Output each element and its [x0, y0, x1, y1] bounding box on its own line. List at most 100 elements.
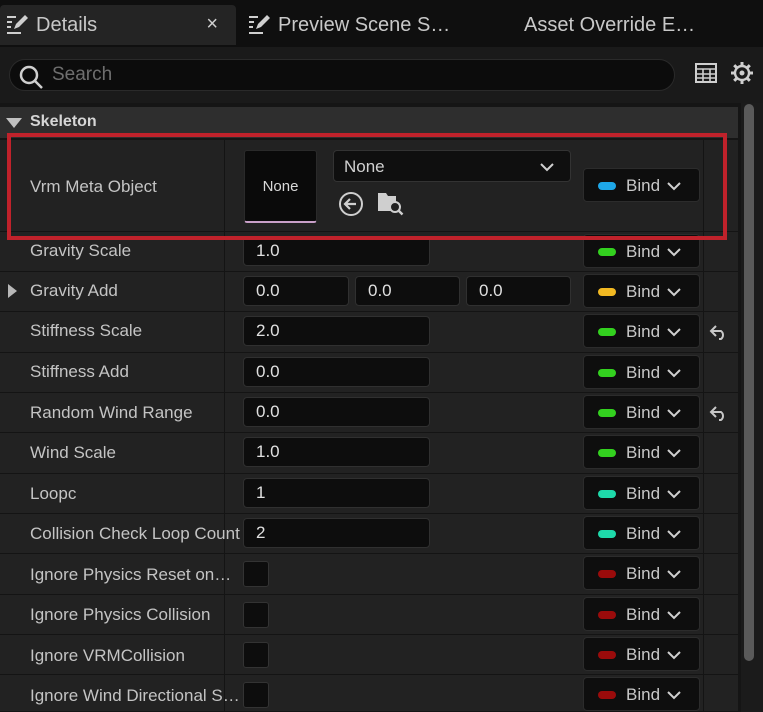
bind-button[interactable]: Bind: [583, 274, 700, 308]
property-row-ignore-physics-reset: Ignore Physics Reset on… Bind: [0, 554, 738, 595]
tab-asset-override[interactable]: Asset Override E…: [524, 5, 724, 45]
chevron-down-icon: [667, 490, 681, 499]
tab-label: Asset Override E…: [524, 13, 696, 36]
browse-folder-icon[interactable]: [376, 189, 404, 217]
bind-button[interactable]: Bind: [583, 234, 700, 268]
bind-label: Bind: [626, 605, 661, 624]
bind-label: Bind: [626, 645, 661, 664]
bind-button[interactable]: Bind: [583, 637, 700, 671]
gear-icon[interactable]: [729, 60, 755, 86]
property-name: Ignore Wind Directional S…: [30, 686, 240, 705]
property-name: Stiffness Scale: [30, 321, 143, 340]
pin-type-dot: [598, 691, 616, 699]
bind-label: Bind: [626, 242, 661, 261]
search-icon: [19, 65, 43, 89]
bind-button[interactable]: Bind: [583, 597, 700, 631]
tab-label: Preview Scene S…: [278, 13, 451, 36]
bind-button[interactable]: Bind: [583, 476, 700, 510]
pin-type-dot: [598, 288, 616, 296]
chevron-down-icon: [667, 691, 681, 700]
chevron-down-icon: [667, 449, 681, 458]
float-input[interactable]: 0.0: [243, 397, 430, 427]
int-input[interactable]: 2: [243, 518, 430, 548]
float-input[interactable]: 2.0: [243, 316, 430, 346]
property-name: Stiffness Add: [30, 362, 129, 381]
bind-button[interactable]: Bind: [583, 168, 700, 202]
close-icon[interactable]: ×: [206, 13, 218, 36]
bind-button[interactable]: Bind: [583, 314, 700, 348]
bind-label: Bind: [626, 524, 661, 543]
pin-type-dot: [598, 182, 616, 190]
property-row-stiffness-scale: Stiffness Scale 2.0 Bind: [0, 312, 738, 353]
chevron-down-icon: [667, 651, 681, 660]
thumbnail-label: None: [262, 178, 299, 195]
asset-thumbnail[interactable]: None: [244, 150, 317, 223]
chevron-down-icon: [667, 328, 681, 337]
use-selected-arrow-icon[interactable]: [338, 191, 364, 217]
chevron-down-icon: [667, 182, 681, 191]
property-row-ignore-physics-collision: Ignore Physics Collision Bind: [0, 595, 738, 635]
checkbox[interactable]: [243, 642, 269, 668]
bind-button[interactable]: Bind: [583, 556, 700, 590]
bind-button[interactable]: Bind: [583, 355, 700, 389]
combo-value: None: [344, 157, 385, 176]
property-row-ignore-wind-directional: Ignore Wind Directional S… Bind: [0, 675, 738, 712]
property-name: Gravity Add: [30, 281, 118, 300]
chevron-down-icon: [667, 530, 681, 539]
chevron-down-icon: [667, 288, 681, 297]
float-input[interactable]: 1.0: [243, 236, 430, 266]
pin-type-dot: [598, 530, 616, 538]
bind-button[interactable]: Bind: [583, 677, 700, 711]
int-input[interactable]: 1: [243, 478, 430, 508]
property-row-collision-check-loop-count: Collision Check Loop Count 2 Bind: [0, 514, 738, 554]
tab-bar: Details × Preview Scene S… Asset Overrid…: [0, 0, 763, 47]
bind-button[interactable]: Bind: [583, 395, 700, 429]
checkbox[interactable]: [243, 682, 269, 708]
chevron-down-icon: [540, 163, 554, 172]
bind-label: Bind: [626, 685, 661, 704]
collapse-arrow-icon[interactable]: [6, 118, 22, 128]
vector-z-input[interactable]: 0.0: [466, 276, 571, 306]
bind-label: Bind: [626, 403, 661, 422]
vector-x-input[interactable]: 0.0: [243, 276, 349, 306]
checkbox[interactable]: [243, 602, 269, 628]
tab-details[interactable]: Details ×: [0, 5, 236, 45]
property-name: Random Wind Range: [30, 403, 193, 422]
tab-preview-scene[interactable]: Preview Scene S…: [242, 5, 502, 45]
property-row-ignore-vrmcollision: Ignore VRMCollision Bind: [0, 635, 738, 675]
pin-type-dot: [598, 449, 616, 457]
property-row-loopc: Loopc 1 Bind: [0, 474, 738, 514]
category-label: Skeleton: [30, 113, 97, 130]
search-row: [0, 47, 763, 103]
chevron-down-icon: [667, 409, 681, 418]
scrollbar-thumb[interactable]: [744, 104, 754, 661]
reset-to-default-icon[interactable]: [709, 404, 729, 422]
asset-picker-combo[interactable]: None: [333, 150, 571, 182]
vector-y-input[interactable]: 0.0: [355, 276, 460, 306]
bind-label: Bind: [626, 176, 661, 195]
bind-label: Bind: [626, 564, 661, 583]
pin-type-dot: [598, 651, 616, 659]
table-view-icon[interactable]: [694, 61, 718, 85]
pencil-document-icon: [7, 15, 28, 34]
property-name: Ignore Physics Reset on…: [30, 565, 232, 584]
property-name: Ignore Physics Collision: [30, 605, 211, 624]
chevron-down-icon: [667, 570, 681, 579]
bind-button[interactable]: Bind: [583, 435, 700, 469]
property-name: Ignore VRMCollision: [30, 646, 185, 665]
search-box[interactable]: [9, 59, 675, 91]
bind-button[interactable]: Bind: [583, 516, 700, 550]
float-input[interactable]: 1.0: [243, 437, 430, 467]
chevron-down-icon: [667, 248, 681, 257]
tab-label: Details: [36, 13, 98, 36]
pencil-document-icon: [249, 15, 270, 34]
float-input[interactable]: 0.0: [243, 357, 430, 387]
property-name: Loopc: [30, 484, 77, 503]
search-input[interactable]: [52, 62, 652, 88]
property-row-vrm-meta-object: Vrm Meta Object None None Bind: [0, 140, 738, 232]
checkbox[interactable]: [243, 561, 269, 587]
reset-to-default-icon[interactable]: [709, 323, 729, 341]
pin-type-dot: [598, 490, 616, 498]
category-skeleton[interactable]: Skeleton: [0, 107, 738, 138]
expand-arrow-icon[interactable]: [8, 284, 17, 298]
